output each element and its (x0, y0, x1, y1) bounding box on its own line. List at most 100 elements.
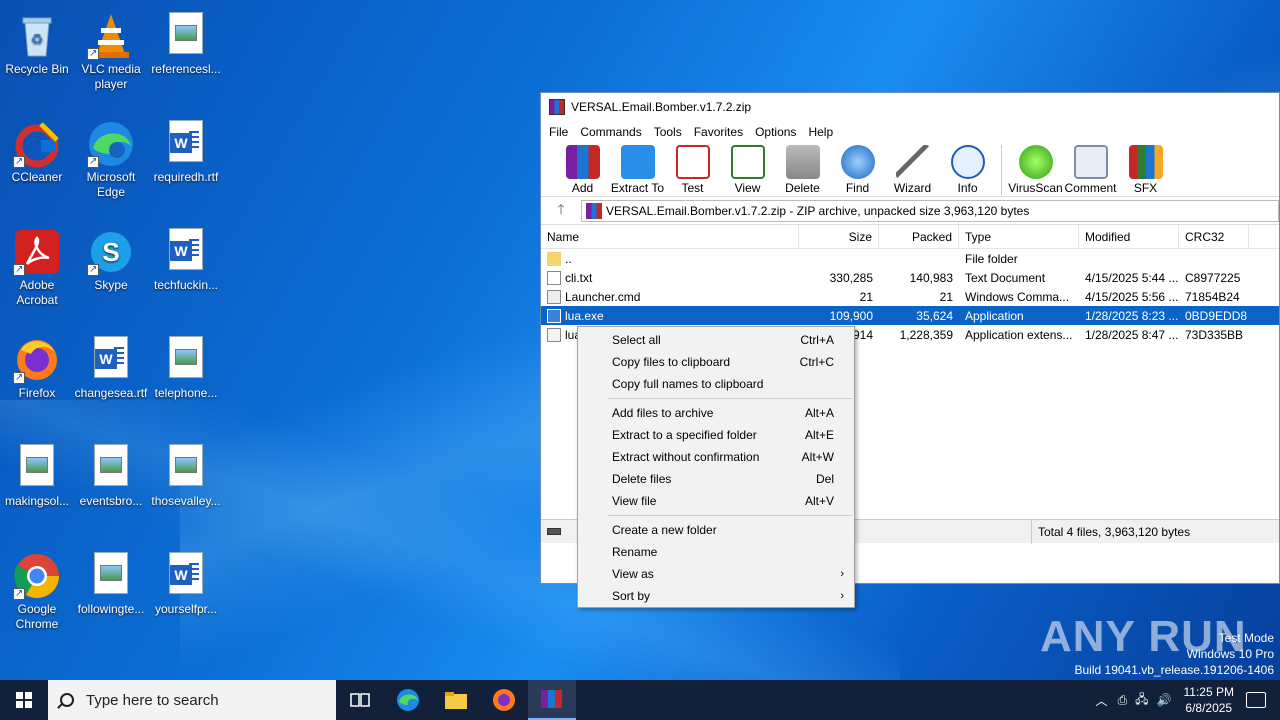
column-size[interactable]: Size (799, 225, 879, 248)
taskbar-winrar[interactable] (528, 680, 576, 720)
menu-help[interactable]: Help (808, 125, 833, 139)
menu-item-extract-without-confirmation[interactable]: Extract without confirmation Alt+W (578, 446, 854, 468)
file-row[interactable]: cli.txt 330,285 140,983 Text Document 4/… (541, 268, 1279, 287)
trash-icon (785, 145, 820, 179)
taskbar-file-explorer[interactable] (432, 680, 480, 720)
menu-options[interactable]: Options (755, 125, 796, 139)
desktop-icon-skype[interactable]: S Skype (74, 224, 148, 293)
desktop-icon-acrobat[interactable]: Adobe Acrobat (0, 224, 74, 308)
desktop-icon-referencesl[interactable]: referencesl... (149, 8, 223, 77)
desktop-icon-edge[interactable]: Microsoft Edge (74, 116, 148, 200)
desktop-icon-techfuckin[interactable]: W techfuckin... (149, 224, 223, 293)
taskbar-search[interactable]: Type here to search (48, 680, 336, 720)
desktop-icon-makingsol[interactable]: makingsol... (0, 440, 74, 509)
search-placeholder: Type here to search (86, 691, 219, 709)
desktop-icon-label: eventsbro... (79, 494, 143, 508)
column-type[interactable]: Type (959, 225, 1079, 248)
clock[interactable]: 11:25 PM 6/8/2025 (1184, 684, 1234, 716)
column-packed[interactable]: Packed (879, 225, 959, 248)
taskbar-firefox[interactable] (480, 680, 528, 720)
word-document-icon: W (169, 228, 203, 270)
comment-icon (1073, 145, 1108, 179)
image-file-icon (169, 336, 203, 378)
menu-item-add-files[interactable]: Add files to archive Alt+A (578, 402, 854, 424)
virusscan-button[interactable]: VirusScan (1008, 143, 1063, 195)
menu-item-new-folder[interactable]: Create a new folder (578, 519, 854, 541)
taskbar-edge[interactable] (384, 680, 432, 720)
test-button[interactable]: Test (665, 143, 720, 195)
acrobat-icon (13, 228, 61, 277)
desktop-icon-changesea[interactable]: W changesea.rtf (74, 332, 148, 401)
column-crc32[interactable]: CRC32 (1179, 225, 1249, 248)
notification-icon[interactable] (1246, 692, 1266, 708)
menu-commands[interactable]: Commands (580, 125, 641, 139)
window-title: VERSAL.Email.Bomber.v1.7.2.zip (571, 100, 752, 114)
chevron-right-icon: › (840, 590, 844, 602)
menu-item-select-all[interactable]: Select all Ctrl+A (578, 329, 854, 351)
file-row[interactable]: Launcher.cmd 21 21 Windows Comma... 4/15… (541, 287, 1279, 306)
folder-icon (620, 145, 655, 179)
find-button[interactable]: Find (830, 143, 885, 195)
desktop-icon-followingte[interactable]: followingte... (74, 548, 148, 617)
network-icon[interactable]: 🖧 (1135, 690, 1148, 711)
comment-button[interactable]: Comment (1063, 143, 1118, 195)
virus-icon (1018, 145, 1053, 179)
desktop-icon-label: makingsol... (4, 494, 70, 508)
edge-icon (397, 689, 419, 711)
menu-item-copy-full-names[interactable]: Copy full names to clipboard (578, 373, 854, 395)
desktop-icon-yourselfpr[interactable]: W yourselfpr... (149, 548, 223, 617)
word-document-icon: W (169, 552, 203, 594)
title-bar[interactable]: VERSAL.Email.Bomber.v1.7.2.zip (541, 93, 1279, 121)
desktop-icon-eventsbro[interactable]: eventsbro... (74, 440, 148, 509)
start-button[interactable] (0, 680, 48, 720)
desktop-icon-chrome[interactable]: Google Chrome (0, 548, 74, 632)
menu-item-delete-files[interactable]: Delete files Del (578, 468, 854, 490)
svg-text:♻: ♻ (31, 31, 44, 47)
archive-path-field[interactable]: VERSAL.Email.Bomber.v1.7.2.zip - ZIP arc… (581, 199, 1279, 222)
drive-icon (547, 528, 561, 535)
desktop-icon-label: VLC media player (81, 62, 141, 91)
task-view-button[interactable] (336, 680, 384, 720)
archive-path-text: VERSAL.Email.Bomber.v1.7.2.zip - ZIP arc… (606, 203, 1030, 218)
chevron-up-icon[interactable]: ︿ (1096, 692, 1108, 709)
desktop-icon-requiredh[interactable]: W requiredh.rtf (149, 116, 223, 185)
device-icon[interactable]: ⎙ (1118, 693, 1128, 708)
info-button[interactable]: Info (940, 143, 995, 195)
delete-button[interactable]: Delete (775, 143, 830, 195)
menu-item-copy-files[interactable]: Copy files to clipboard Ctrl+C (578, 351, 854, 373)
menu-file[interactable]: File (549, 125, 568, 139)
menu-item-rename[interactable]: Rename (578, 541, 854, 563)
up-arrow-icon[interactable]: 🡑 (541, 199, 581, 223)
vlc-cone-icon (87, 12, 135, 61)
wizard-button[interactable]: Wizard (885, 143, 940, 195)
menu-item-view-as[interactable]: View as › (578, 563, 854, 585)
file-row-selected[interactable]: lua.exe 109,900 35,624 Application 1/28/… (541, 306, 1279, 325)
desktop-icon-firefox[interactable]: Firefox (0, 332, 74, 401)
desktop-icon-recycle-bin[interactable]: ♻ Recycle Bin (0, 8, 74, 77)
menu-item-sort-by[interactable]: Sort by › (578, 585, 854, 607)
desktop-icon-thosevalley[interactable]: thosevalley... (149, 440, 223, 509)
word-document-icon: W (94, 336, 128, 378)
view-button[interactable]: View (720, 143, 775, 195)
menu-tools[interactable]: Tools (654, 125, 682, 139)
desktop-icon-label: Microsoft Edge (86, 170, 136, 199)
file-row-parent[interactable]: .. File folder (541, 249, 1279, 268)
menu-item-extract-to-folder[interactable]: Extract to a specified folder Alt+E (578, 424, 854, 446)
desktop-icon-telephone[interactable]: telephone... (149, 332, 223, 401)
text-file-icon (547, 270, 561, 285)
word-document-icon: W (169, 120, 203, 162)
sfx-button[interactable]: SFX (1118, 143, 1173, 195)
winrar-icon (549, 99, 565, 115)
desktop-icon-vlc[interactable]: VLC media player (74, 8, 148, 92)
volume-icon[interactable]: 🔊 (1157, 693, 1172, 707)
menu-item-view-file[interactable]: View file Alt+V (578, 490, 854, 512)
column-modified[interactable]: Modified (1079, 225, 1179, 248)
extract-to-button[interactable]: Extract To (610, 143, 665, 195)
skype-icon: S (87, 228, 135, 277)
desktop-icon-label: Firefox (18, 386, 56, 400)
menu-favorites[interactable]: Favorites (694, 125, 743, 139)
column-name[interactable]: Name (541, 225, 799, 248)
add-button[interactable]: Add (555, 143, 610, 195)
desktop-icon-ccleaner[interactable]: CCleaner (0, 116, 74, 185)
image-file-icon (169, 12, 203, 54)
